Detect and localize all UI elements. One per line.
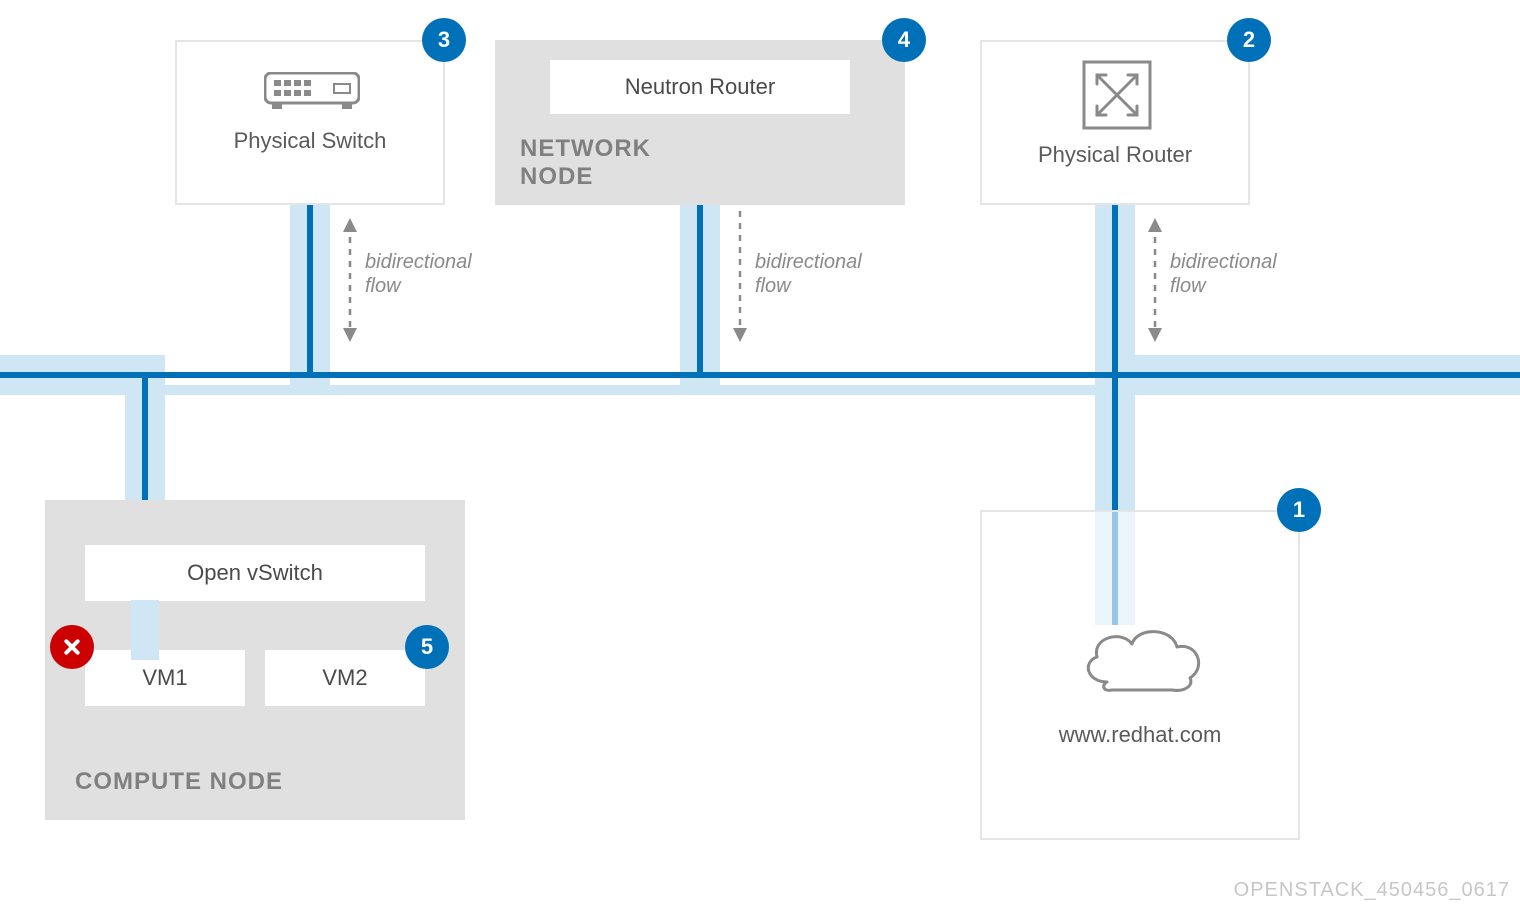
badge-5: 5 (405, 625, 449, 669)
compute-inner-pipe (0, 0, 1520, 910)
error-badge (50, 625, 94, 669)
badge-1: 1 (1277, 488, 1321, 532)
diagram-stage: { "badges": { "b1": "1", "b2": "2", "b3"… (0, 0, 1520, 910)
